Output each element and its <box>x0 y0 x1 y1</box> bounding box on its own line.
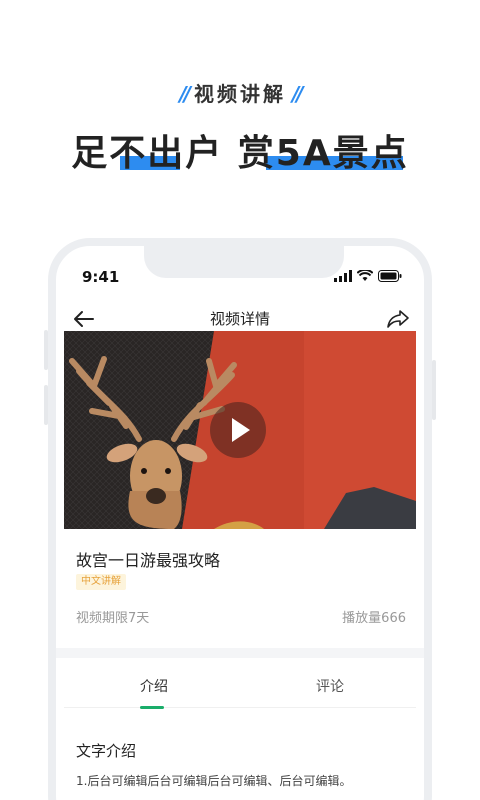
video-player[interactable] <box>64 331 416 529</box>
video-period: 视频期限7天 <box>76 611 150 626</box>
promo-headline: 足不出户 赏5A景点 <box>71 133 409 174</box>
intro-body: 1.后台可编辑后台可编辑后台可编辑、后台可编辑。 <box>76 774 352 788</box>
section-divider <box>56 648 424 658</box>
battery-icon <box>378 270 402 282</box>
slash-decoration-left: // <box>179 82 190 106</box>
wifi-icon <box>357 270 373 281</box>
slash-decoration-right: // <box>292 82 303 106</box>
page-title: 视频详情 <box>209 310 270 328</box>
tab-comments[interactable]: 评论 <box>316 676 344 696</box>
status-icons <box>334 270 402 282</box>
tab-bar: 介绍 评论 <box>64 658 416 709</box>
status-bar: 9:41 <box>82 268 402 288</box>
play-icon <box>232 418 250 442</box>
video-info: 故宫一日游最强攻略 中文讲解 视频期限7天 播放量666 <box>64 529 416 654</box>
play-count: 播放量666 <box>342 611 406 626</box>
phone-frame: 9:41 视频详情 故宫一日游最强攻略 中文讲解 视频期限7天 播放量666 介… <box>48 238 432 800</box>
share-button[interactable] <box>386 308 410 330</box>
eyebrow-text: 视频讲解 <box>194 82 286 106</box>
phone-power-button <box>432 360 436 420</box>
play-button[interactable] <box>210 402 266 458</box>
signal-icon <box>334 270 352 282</box>
tab-intro[interactable]: 介绍 <box>140 676 168 696</box>
tab-active-indicator <box>140 706 164 709</box>
language-badge: 中文讲解 <box>76 574 126 590</box>
video-title: 故宫一日游最强攻略 <box>76 551 221 570</box>
status-time: 9:41 <box>82 268 120 286</box>
intro-heading: 文字介绍 <box>76 742 137 760</box>
promo-eyebrow: //视频讲解// <box>0 78 480 107</box>
share-icon <box>387 310 409 328</box>
